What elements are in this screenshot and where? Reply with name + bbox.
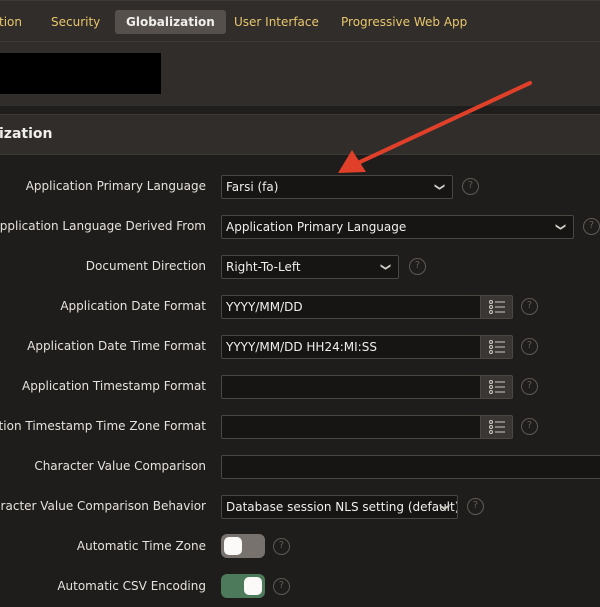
annotation-arrow: [338, 81, 532, 173]
